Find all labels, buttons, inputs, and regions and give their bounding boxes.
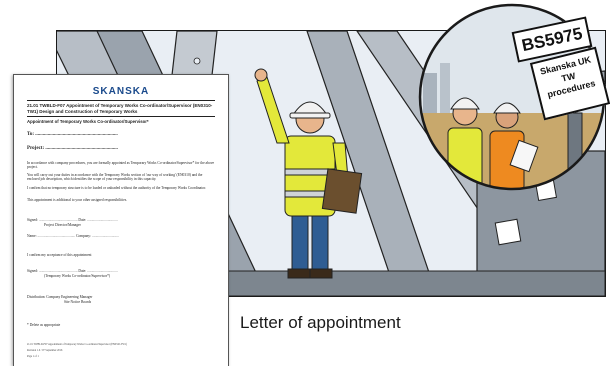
skanska-logo: SKANSKA [92,86,150,97]
to-field: To: ....................................… [27,132,118,137]
distribution-line: Site Notice Boards [64,300,92,304]
letter-paragraph: In accordance with company procedures, y… [27,161,215,170]
name-company-line: Name: ..................................… [27,234,119,238]
signed-role: Project Director/Manager [44,223,81,227]
letter-subheading: Appointment of Temporary Works Co-ordina… [27,119,149,124]
letter-heading: 21.01 TWBLD-F07 Appointment of Temporary… [27,103,213,114]
letter-paragraph: This appointment is additional to your o… [27,198,128,202]
divider [27,116,215,117]
signed-role: (Temporary Works Co-ordinator/Supervisor… [44,274,111,278]
letter-paragraph: You will carry out your duties in accord… [27,173,203,182]
divider [27,100,215,101]
distribution-line: Distribution: Company Engineering Manage… [27,295,93,299]
letter-footer: 21.01 TWBLD-F07 Appointment of Temporary… [27,343,128,346]
letter-footer: Revision 1.0 / 07 September 2016 [27,349,63,352]
letter-footer: Page 1 of 1 [27,355,39,358]
signed-line: Signed: ................................… [27,218,118,222]
confirm-line: I confirm my acceptance of this appointm… [27,253,92,257]
signed-line: Signed: ................................… [27,269,118,273]
caption: Letter of appointment [240,313,401,332]
project-field: Project: ...............................… [27,146,118,151]
appointment-letter: SKANSKA 21.01 TWBLD-F07 Appointment of T… [13,74,229,366]
delete-note: * Delete as appropriate [27,323,61,327]
letter-paragraph: I confirm that no temporary structure is… [27,186,206,190]
